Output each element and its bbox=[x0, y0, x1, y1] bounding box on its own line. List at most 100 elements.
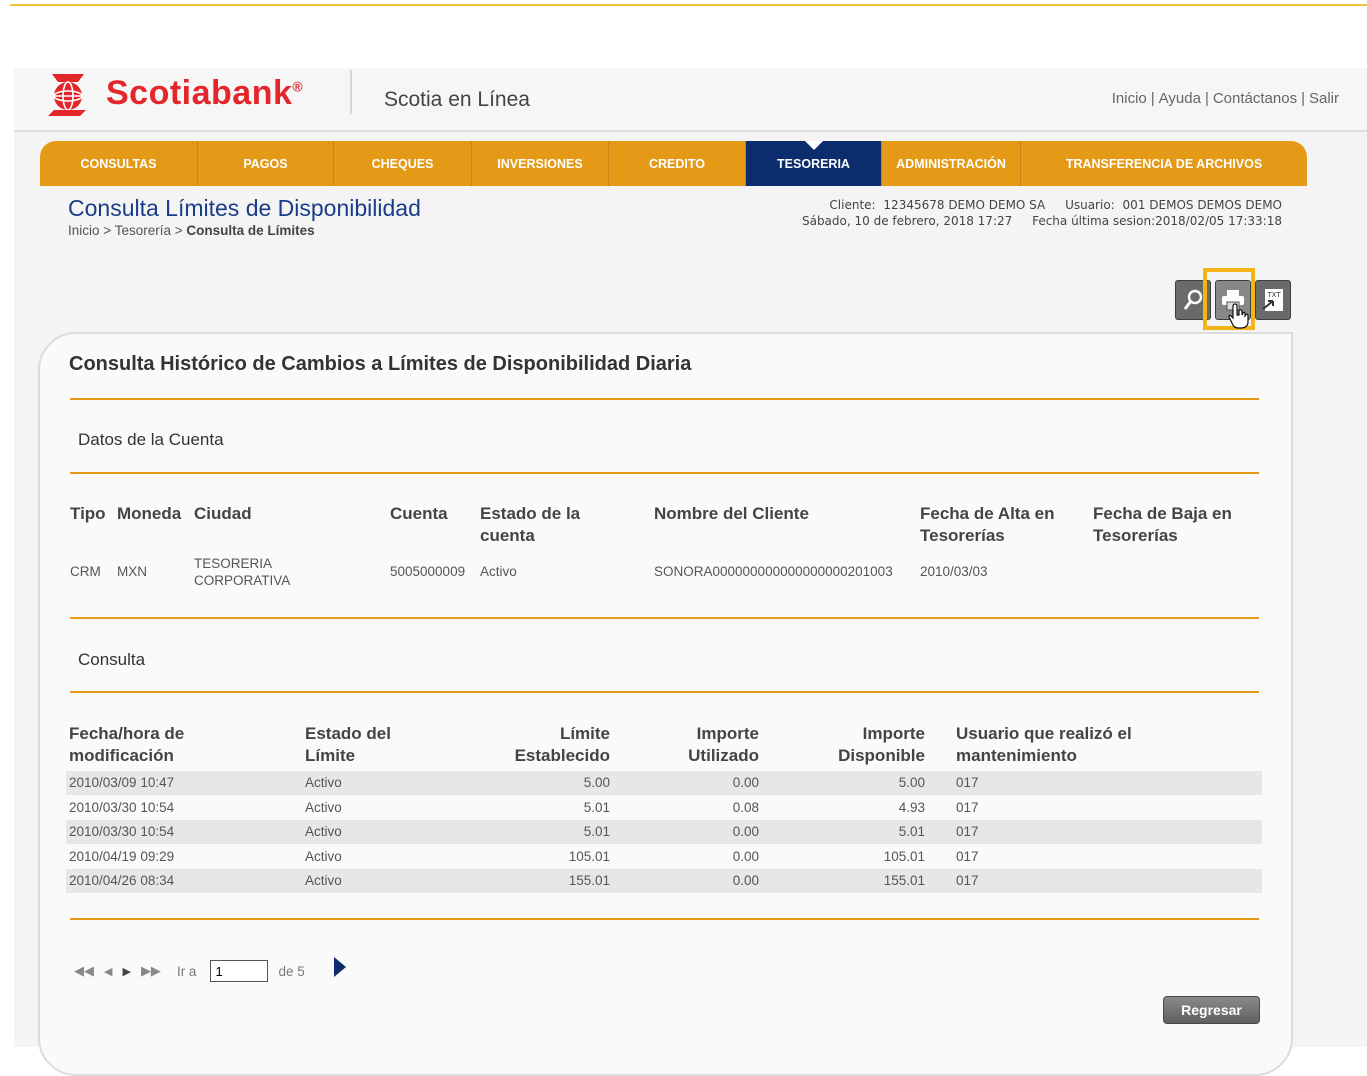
cell-utilizado: 0.00 bbox=[732, 849, 759, 864]
cell-fecha: 2010/03/30 10:54 bbox=[69, 824, 175, 839]
cell-fecha: 2010/03/09 10:47 bbox=[69, 775, 175, 790]
cell-usuario: 017 bbox=[956, 775, 979, 790]
site-header: Scotiabank® Scotia en Línea Inicio | Ayuda… bbox=[14, 68, 1367, 132]
session-info: Cliente: 12345678 DEMO DEMO SA Usuario: … bbox=[802, 197, 1282, 229]
current-date: Sábado, 10 de febrero, 2018 17:27 bbox=[801, 214, 1013, 228]
brand-divider bbox=[350, 70, 352, 114]
section-divider bbox=[70, 472, 1259, 474]
cell-estado: Activo bbox=[305, 800, 342, 815]
user-value: 001 DEMOS DEMOS DEMO bbox=[1122, 198, 1282, 212]
link-ayuda[interactable]: Ayuda bbox=[1159, 90, 1201, 107]
account-tipo: CRM bbox=[70, 564, 101, 579]
account-fecha-alta: 2010/03/03 bbox=[920, 564, 988, 579]
user-label: Usuario: bbox=[1065, 198, 1115, 212]
search-icon bbox=[1183, 289, 1203, 310]
back-button[interactable]: Regresar bbox=[1163, 996, 1260, 1024]
page-count-label: de 5 bbox=[278, 963, 305, 979]
cell-usuario: 017 bbox=[956, 800, 979, 815]
link-inicio[interactable]: Inicio bbox=[1112, 90, 1147, 107]
page-number-input[interactable] bbox=[210, 960, 269, 982]
nav-administracion[interactable]: ADMINISTRACIÓN bbox=[882, 141, 1021, 186]
cell-fecha: 2010/03/30 10:54 bbox=[69, 800, 175, 815]
client-value: 12345678 DEMO DEMO SA bbox=[883, 198, 1046, 212]
col-cuenta: Cuenta bbox=[390, 504, 448, 523]
cell-limite: 105.01 bbox=[568, 849, 610, 864]
main-nav: CONSULTAS PAGOS CHEQUES INVERSIONES CRED… bbox=[40, 141, 1307, 186]
go-next-arrow-icon[interactable] bbox=[334, 957, 346, 977]
col-moneda: Moneda bbox=[117, 504, 182, 523]
link-salir[interactable]: Salir bbox=[1309, 90, 1339, 107]
client-label: Cliente: bbox=[829, 198, 876, 212]
account-nombre: SONORA000000000000000000201003 bbox=[654, 564, 893, 579]
cell-usuario: 017 bbox=[956, 849, 979, 864]
cell-estado: Activo bbox=[305, 849, 342, 864]
col-usuario-mantenimiento: Usuario que realizó el mantenimiento bbox=[956, 724, 1132, 765]
cell-fecha: 2010/04/26 08:34 bbox=[69, 873, 175, 888]
nav-credito[interactable]: CREDITO bbox=[609, 141, 746, 186]
nav-tesoreria[interactable]: TESORERIA bbox=[746, 141, 882, 186]
col-estado-limite: Estado del Límite bbox=[305, 724, 391, 765]
col-tipo: Tipo bbox=[70, 504, 106, 523]
cell-limite: 155.01 bbox=[568, 873, 610, 888]
account-estado: Activo bbox=[480, 564, 517, 579]
product-name: Scotia en Línea bbox=[384, 88, 530, 111]
cell-usuario: 017 bbox=[956, 824, 979, 839]
cell-disponible: 4.93 bbox=[898, 800, 925, 815]
section-divider bbox=[70, 691, 1259, 693]
last-page-icon[interactable]: ▶▶ bbox=[141, 963, 161, 979]
first-page-icon[interactable]: ◀◀ bbox=[74, 963, 94, 979]
brand-registered-mark: ® bbox=[292, 78, 304, 95]
txt-export-icon: TXT bbox=[1262, 289, 1283, 311]
prev-page-icon[interactable]: ◀ bbox=[104, 965, 112, 978]
next-page-icon[interactable]: ▶ bbox=[122, 965, 130, 978]
pager: ◀◀ ◀ ▶ ▶▶ Ir a de 5 bbox=[74, 958, 305, 984]
col-nombre-cliente: Nombre del Cliente bbox=[654, 504, 809, 523]
cell-disponible: 5.01 bbox=[898, 824, 925, 839]
top-accent-rule bbox=[10, 4, 1367, 6]
nav-transferencia-archivos[interactable]: TRANSFERENCIA DE ARCHIVOS bbox=[1021, 141, 1307, 186]
scotiabank-logo-icon bbox=[48, 74, 86, 116]
cell-limite: 5.01 bbox=[583, 800, 610, 815]
brand-text: Scotiabank bbox=[106, 74, 293, 112]
col-limite-establecido: Límite Establecido bbox=[514, 724, 610, 765]
nav-inversiones[interactable]: INVERSIONES bbox=[472, 141, 609, 186]
col-fecha-alta: Fecha de Alta en Tesorerías bbox=[920, 504, 1055, 545]
goto-label: Ir a bbox=[176, 963, 197, 979]
col-estado-cuenta: Estado de la cuenta bbox=[480, 504, 581, 545]
section-divider bbox=[70, 398, 1259, 400]
nav-cheques[interactable]: CHEQUES bbox=[334, 141, 472, 186]
breadcrumb-home[interactable]: Inicio bbox=[68, 223, 100, 238]
cell-estado: Activo bbox=[305, 873, 342, 888]
nav-consultas[interactable]: CONSULTAS bbox=[40, 141, 198, 186]
link-separator: | bbox=[1301, 90, 1305, 107]
breadcrumb-section[interactable]: Tesorería bbox=[115, 223, 171, 238]
col-fecha-baja: Fecha de Baja en Tesorerías bbox=[1093, 504, 1232, 545]
nav-pagos[interactable]: PAGOS bbox=[198, 141, 334, 186]
cell-utilizado: 0.00 bbox=[732, 873, 759, 888]
hand-cursor-icon bbox=[1228, 303, 1249, 329]
cell-estado: Activo bbox=[305, 775, 342, 790]
account-moneda: MXN bbox=[117, 564, 147, 579]
section-divider bbox=[70, 617, 1259, 619]
query-section-label: Consulta bbox=[78, 650, 146, 669]
link-separator: | bbox=[1204, 90, 1209, 107]
last-session-label: Fecha última sesion: bbox=[1032, 214, 1156, 228]
top-links: Inicio | Ayuda | Contáctanos | Salir bbox=[1112, 90, 1339, 107]
col-importe-utilizado: Importe Utilizado bbox=[688, 724, 759, 765]
cell-utilizado: 0.00 bbox=[732, 824, 759, 839]
cell-limite: 5.00 bbox=[583, 775, 610, 790]
cell-disponible: 155.01 bbox=[883, 873, 925, 888]
panel-title: Consulta Histórico de Cambios a Límites … bbox=[69, 353, 692, 375]
link-contactanos[interactable]: Contáctanos bbox=[1213, 90, 1297, 107]
page-title: Consulta Límites de Disponibilidad bbox=[68, 195, 421, 221]
cell-disponible: 105.01 bbox=[883, 849, 925, 864]
txt-export-button[interactable]: TXT bbox=[1255, 280, 1291, 320]
breadcrumb-sep: > bbox=[174, 223, 183, 238]
cell-fecha: 2010/04/19 09:29 bbox=[69, 849, 175, 864]
col-importe-disponible: Importe Disponible bbox=[838, 724, 925, 765]
cell-disponible: 5.00 bbox=[898, 775, 925, 790]
breadcrumb-current: Consulta de Límites bbox=[186, 223, 315, 238]
last-session-value: 2018/02/05 17:33:18 bbox=[1155, 214, 1282, 228]
link-separator: | bbox=[1150, 90, 1155, 107]
section-divider bbox=[70, 918, 1259, 920]
